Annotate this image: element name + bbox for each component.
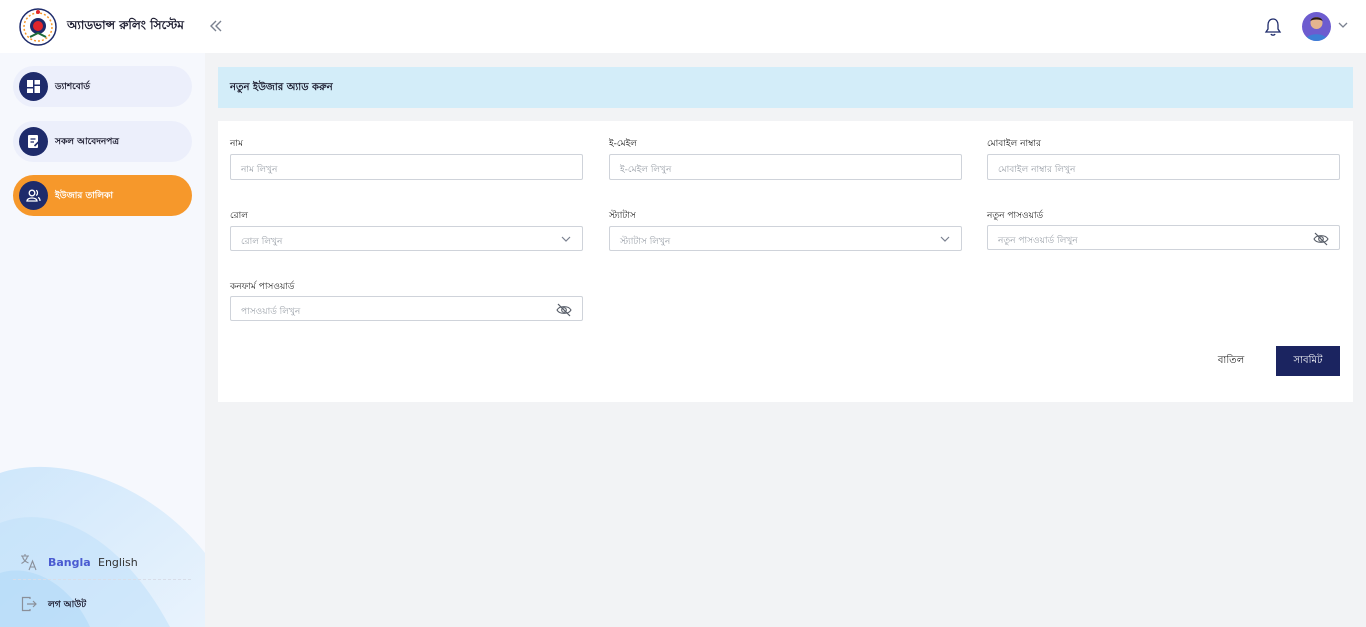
language-bangla-option[interactable]: Bangla — [48, 556, 91, 569]
users-icon — [19, 181, 48, 210]
new-password-placeholder: নতুন পাসওয়ার্ড লিখুন — [998, 236, 1078, 246]
sidebar-item-label: ইউজার তালিকা — [55, 191, 113, 201]
notification-bell-icon[interactable] — [1264, 17, 1282, 37]
language-switcher: Bangla English — [20, 553, 190, 573]
mobile-label: মোবাইল নাম্বার — [987, 139, 1041, 149]
name-field[interactable]: নাম লিখুন — [230, 154, 583, 180]
email-label: ই-মেইল — [609, 139, 637, 149]
chevron-down-icon — [940, 236, 950, 242]
user-avatar[interactable] — [1302, 12, 1331, 41]
logout-label: লগ আউট — [48, 600, 87, 610]
mobile-placeholder: মোবাইল নাম্বার লিখুন — [998, 165, 1076, 175]
mobile-field[interactable]: মোবাইল নাম্বার লিখুন — [987, 154, 1340, 180]
sidebar-item-dashboard[interactable]: ড্যাশবোর্ড — [13, 66, 192, 107]
divider — [13, 579, 191, 580]
dashboard-icon — [19, 72, 48, 101]
logout-button[interactable]: লগ আউট — [20, 594, 140, 614]
status-placeholder: স্ট্যাটাস লিখুন — [620, 237, 671, 247]
name-label: নাম — [230, 139, 243, 149]
eye-off-icon[interactable] — [1313, 232, 1329, 246]
page-title: নতুন ইউজার অ্যাড করুন — [230, 82, 333, 93]
confirm-password-label: কনফার্ম পাসওয়ার্ড — [230, 282, 295, 292]
eye-off-icon[interactable] — [556, 303, 572, 317]
logout-icon — [21, 596, 37, 612]
top-bar: অ্যাডভান্স রুলিং সিস্টেম — [0, 0, 1366, 53]
new-password-field[interactable]: নতুন পাসওয়ার্ড লিখুন — [987, 225, 1340, 250]
language-english-option[interactable]: English — [98, 556, 138, 569]
logo — [19, 8, 57, 46]
chevron-down-icon — [561, 236, 571, 242]
role-placeholder: রোল লিখুন — [241, 237, 283, 247]
page-header: নতুন ইউজার অ্যাড করুন — [218, 67, 1353, 108]
status-select[interactable]: স্ট্যাটাস লিখুন — [609, 226, 962, 251]
collapse-sidebar-icon[interactable] — [206, 16, 226, 36]
sidebar-item-label: সকল আবেদনপত্র — [55, 137, 120, 147]
cancel-button[interactable]: বাতিল — [1199, 346, 1263, 376]
confirm-password-placeholder: পাসওয়ার্ড লিখুন — [241, 307, 301, 317]
chevron-down-icon[interactable] — [1337, 19, 1349, 31]
sidebar-item-label: ড্যাশবোর্ড — [55, 82, 91, 92]
confirm-password-field[interactable]: পাসওয়ার্ড লিখুন — [230, 296, 583, 321]
email-field[interactable]: ই-মেইল লিখুন — [609, 154, 962, 180]
role-select[interactable]: রোল লিখুন — [230, 226, 583, 251]
sidebar-item-user-list[interactable]: ইউজার তালিকা — [13, 175, 192, 216]
role-label: রোল — [230, 211, 248, 221]
name-placeholder: নাম লিখুন — [241, 165, 278, 175]
app-title: অ্যাডভান্স রুলিং সিস্টেম — [67, 18, 184, 32]
translate-icon — [21, 554, 37, 571]
sidebar-item-all-applications[interactable]: সকল আবেদনপত্র — [13, 121, 192, 162]
submit-button[interactable]: সাবমিট — [1276, 346, 1340, 376]
document-edit-icon — [19, 127, 48, 156]
email-placeholder: ই-মেইল লিখুন — [620, 165, 672, 175]
status-label: স্ট্যাটাস — [609, 211, 636, 221]
sidebar: ড্যাশবোর্ড সকল আবেদনপত্র ইউজার তালিকা Ba… — [0, 53, 205, 627]
new-password-label: নতুন পাসওয়ার্ড — [987, 211, 1044, 221]
